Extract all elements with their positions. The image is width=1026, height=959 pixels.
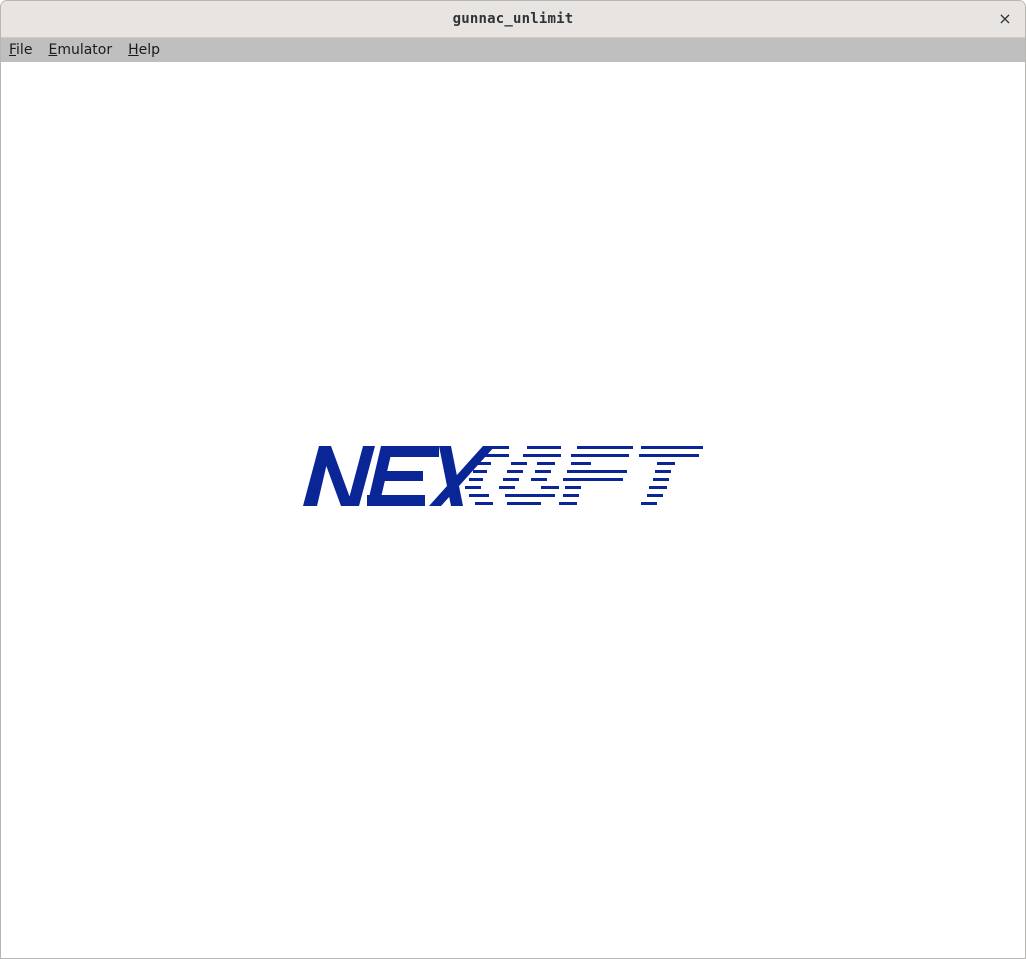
close-icon[interactable]: × <box>993 7 1017 31</box>
nexoft-logo-stripes <box>465 446 703 505</box>
logo-letter-e-middle <box>375 471 423 481</box>
logo-letter-e-top <box>381 446 439 457</box>
game-screen[interactable] <box>1 62 1025 958</box>
menu-emulator-label: mulator <box>57 42 113 58</box>
menu-emulator[interactable]: Emulator <box>40 38 120 62</box>
menu-file[interactable]: File <box>1 38 40 62</box>
logo-letter-e-bottom <box>367 495 425 506</box>
menu-file-mnemonic: F <box>9 42 17 58</box>
menu-file-label: ile <box>16 42 33 58</box>
menu-bar: File Emulator Help <box>1 38 1025 62</box>
logo-letter-n-diagonal <box>319 446 353 506</box>
emulator-window: gunnac_unlimit × File Emulator Help <box>0 0 1026 959</box>
nexoft-logo-letters <box>303 446 495 506</box>
menu-help-label: elp <box>138 42 161 58</box>
nexoft-logo <box>303 446 703 506</box>
menu-help[interactable]: Help <box>120 38 168 62</box>
menu-emulator-mnemonic: E <box>48 42 58 58</box>
menu-help-mnemonic: H <box>128 42 139 58</box>
title-bar[interactable]: gunnac_unlimit × <box>1 1 1025 38</box>
window-title: gunnac_unlimit <box>452 11 574 27</box>
